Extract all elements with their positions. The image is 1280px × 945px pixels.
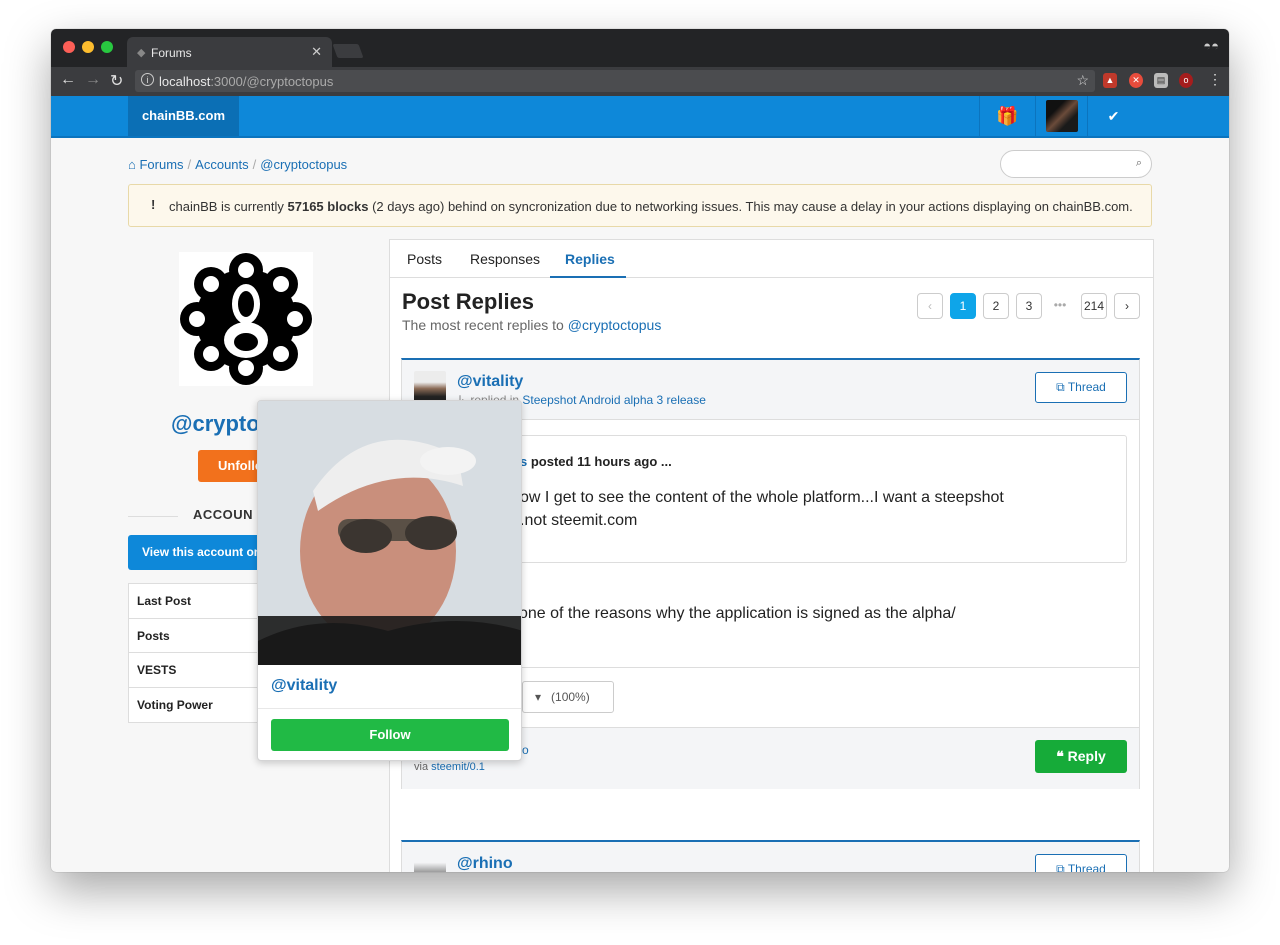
bookmark-star-icon[interactable]: ☆ [1076,72,1089,89]
breadcrumb-user[interactable]: @cryptoctopus [260,157,347,172]
breadcrumb-forums[interactable]: Forums [139,157,183,172]
check-icon[interactable]: ✔ [1087,96,1139,136]
quote-body: ow I get to see the content of the whole… [520,489,1004,529]
next-page-button[interactable]: › [1114,293,1140,319]
reload-icon[interactable]: ↻ [110,71,123,91]
tab-posts[interactable]: Posts [407,251,442,267]
lock-extension-icon[interactable]: ▲ [1103,73,1117,88]
thread-button[interactable]: ⧉ Thread [1035,854,1127,872]
page-2-button[interactable]: 2 [983,293,1009,319]
browser-toolbar: ← → ↻ i localhost:3000/@cryptoctopus ☆ ▲… [51,67,1229,96]
footer-author-link[interactable]: o [522,743,529,757]
maximize-window-button[interactable] [101,41,113,53]
quote-header: s posted 11 hours ago ... [520,454,672,469]
page-3-button[interactable]: 3 [1016,293,1042,319]
search-input[interactable]: ⌕ [1000,150,1152,178]
menu-kebab-icon[interactable]: ⋮ [1208,71,1222,88]
profile-avatar [179,252,313,386]
back-icon[interactable]: ← [60,71,76,89]
title-bar: ◆ Forums ✕ ◓◓ [51,29,1229,67]
avatar[interactable] [414,853,446,872]
alert-prefix: chainBB is currently [169,199,288,214]
reply-card: @rhino ⧉ Thread [401,840,1140,872]
alert-suffix: (2 days ago) behind on syncronization du… [368,199,1133,214]
comment-extension-icon[interactable]: ▤ [1154,73,1168,88]
vote-weight-dropdown[interactable]: ▾ (100%) [522,681,614,713]
url-path: :3000/@cryptoctopus [210,74,334,89]
tab-title: Forums [151,46,192,60]
nav-avatar-button[interactable] [1035,96,1087,136]
profile-tabs: Posts Responses Replies [390,240,1153,278]
quote-icon: ❝ [1056,748,1068,764]
pagination-ellipsis: ••• [1053,298,1067,312]
forward-icon[interactable]: → [85,71,101,89]
page-1-button[interactable]: 1 [950,293,976,319]
account-stats-table: Last Post Posts VESTS Voting Power [128,583,268,723]
incognito-icon: ◓◓ [1203,38,1219,53]
close-window-button[interactable] [63,41,75,53]
url-host: localhost [159,74,211,89]
divider [258,708,521,709]
external-link-icon: ⧉ [1056,380,1068,394]
ethereum-icon: ◆ [137,47,146,59]
brand-link[interactable]: chainBB.com [128,96,239,136]
popup-username[interactable]: @vitality [271,677,337,695]
home-icon: ⌂ [128,157,136,172]
user-profile-popup: @vitality Follow [257,400,522,761]
thread-button[interactable]: ⧉ Thread [1035,372,1127,403]
stat-posts: Posts [129,619,267,653]
page-subtitle: The most recent replies to @cryptoctopus [402,317,662,333]
reply-author[interactable]: @rhino [457,855,513,872]
info-icon[interactable]: i [141,73,154,86]
site-navbar: chainBB.com 🎁 ✔ [51,96,1229,138]
page-last-button[interactable]: 214 [1081,293,1107,319]
minimize-window-button[interactable] [82,41,94,53]
address-bar[interactable]: i localhost:3000/@cryptoctopus ☆ [135,70,1095,92]
subtitle-user-link[interactable]: @cryptoctopus [568,317,662,333]
reply-button[interactable]: ❝ Reply [1035,740,1127,773]
new-tab-button[interactable] [332,44,364,58]
exclamation-icon: ! [151,197,156,212]
thread-link[interactable]: Steepshot Android alpha 3 release [522,393,705,407]
tab-replies[interactable]: Replies [565,251,615,267]
breadcrumb: ⌂ Forums / Accounts / @cryptoctopus [128,157,348,172]
tab-responses[interactable]: Responses [470,251,540,267]
close-tab-icon[interactable]: ✕ [311,44,322,60]
browser-tab[interactable]: ◆ Forums ✕ [127,37,332,67]
gift-icon[interactable]: 🎁 [979,96,1035,136]
avatar [1046,100,1078,132]
alert-blocks: 57165 blocks [287,199,369,214]
search-icon: ⌕ [1135,157,1142,169]
sync-warning-alert: ! chainBB is currently 57165 blocks (2 d… [128,184,1152,227]
browser-window: ◆ Forums ✕ ◓◓ ← → ↻ i localhost:3000/@cr… [51,29,1229,872]
view-account-button[interactable]: View this account on [128,535,278,570]
account-section-title: ACCOUN [193,507,254,522]
reply-body: one of the reasons why the application i… [519,605,956,622]
shield-extension-icon[interactable]: ✕ [1129,73,1143,88]
caret-down-icon: ▾ [535,690,552,704]
reply-author[interactable]: @vitality [457,373,523,391]
page-title: Post Replies [402,289,535,314]
via-app: via steemit/0.1 [414,761,485,773]
prev-page-button[interactable]: ‹ [917,293,943,319]
stat-vests: VESTS [129,653,267,688]
user-photo [258,401,521,665]
via-app-link[interactable]: steemit/0.1 [431,761,485,773]
reply-header: @rhino ⧉ Thread [402,842,1139,872]
divider [128,516,178,517]
avatar[interactable] [414,371,446,403]
follow-button[interactable]: Follow [271,719,509,751]
stat-voting-power: Voting Power [137,697,213,712]
ublock-extension-icon[interactable]: o [1179,73,1193,88]
external-link-icon: ⧉ [1056,862,1068,872]
breadcrumb-accounts[interactable]: Accounts [195,157,248,172]
stat-last-post: Last Post [129,584,267,619]
active-tab-indicator [550,276,626,278]
